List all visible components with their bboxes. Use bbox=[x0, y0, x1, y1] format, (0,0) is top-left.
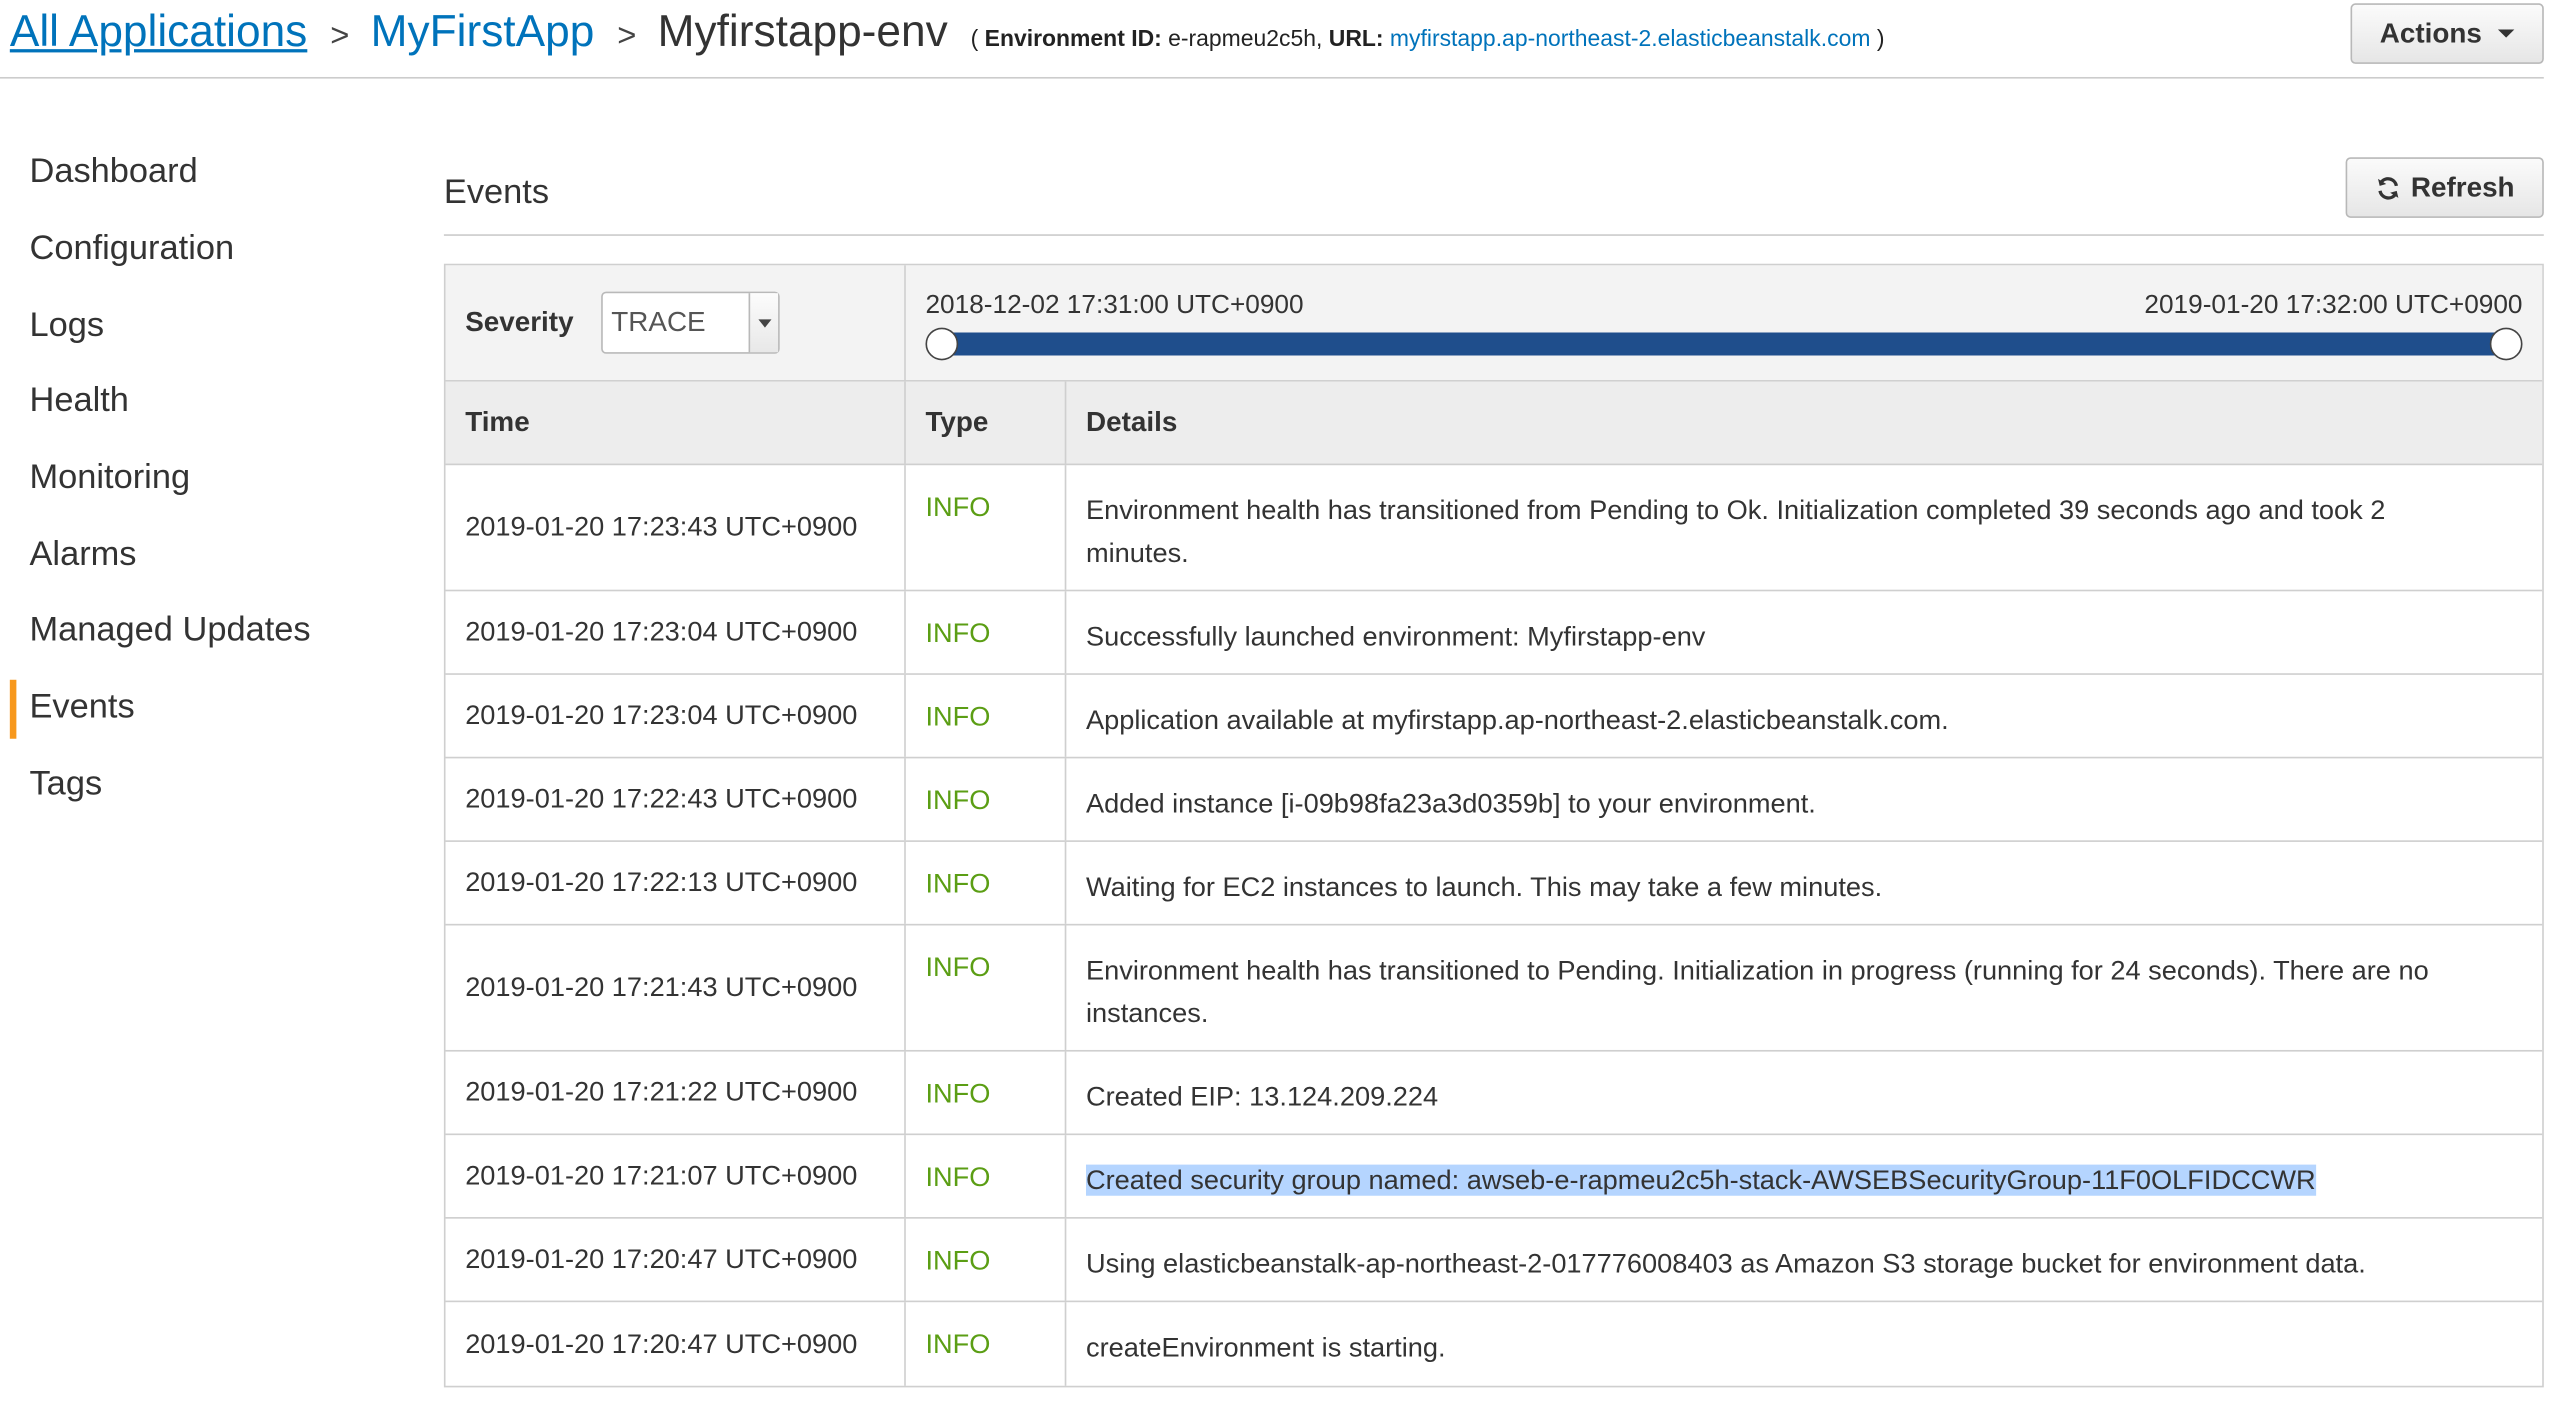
event-time: 2019-01-20 17:22:13 UTC+0900 bbox=[446, 841, 906, 924]
breadcrumb-separator: > bbox=[617, 18, 637, 55]
event-time: 2019-01-20 17:23:43 UTC+0900 bbox=[446, 465, 906, 590]
event-type: INFO bbox=[906, 1218, 1067, 1301]
time-range-track[interactable] bbox=[940, 332, 2508, 356]
event-type: INFO bbox=[906, 674, 1067, 757]
event-details: createEnvironment is starting. bbox=[1085, 1331, 1446, 1363]
event-type: INFO bbox=[906, 758, 1067, 841]
actions-button-label: Actions bbox=[2379, 17, 2482, 49]
event-type: INFO bbox=[906, 465, 1067, 590]
actions-button[interactable]: Actions bbox=[2350, 3, 2544, 64]
sidebar-item-events[interactable]: Events bbox=[0, 670, 410, 746]
severity-value: TRACE bbox=[611, 306, 706, 338]
table-row: 2019-01-20 17:20:47 UTC+0900 INFO Using … bbox=[445, 1218, 2543, 1303]
sidebar-item-logs[interactable]: Logs bbox=[0, 287, 410, 363]
time-range-slider: 2018-12-02 17:31:00 UTC+0900 2019-01-20 … bbox=[906, 265, 2542, 380]
event-type: INFO bbox=[906, 841, 1067, 924]
chevron-down-icon bbox=[757, 318, 771, 327]
event-details: Created security group named: awseb-e-ra… bbox=[1066, 1135, 2542, 1217]
table-row: 2019-01-20 17:21:22 UTC+0900 INFO Create… bbox=[445, 1051, 2543, 1136]
column-header-details[interactable]: Details bbox=[1066, 382, 2542, 464]
column-header-type[interactable]: Type bbox=[906, 381, 1067, 464]
env-info-open-paren: ( bbox=[970, 24, 979, 51]
title-divider bbox=[443, 234, 2544, 236]
dropdown-arrow[interactable] bbox=[748, 293, 779, 353]
column-header-time[interactable]: Time bbox=[446, 381, 906, 464]
chevron-down-icon bbox=[2498, 29, 2515, 38]
refresh-icon bbox=[2377, 176, 2399, 199]
breadcrumb: All Applications > MyFirstApp > Myfirsta… bbox=[10, 7, 1885, 58]
time-range-end-handle[interactable] bbox=[2489, 327, 2523, 361]
table-row: 2019-01-20 17:23:04 UTC+0900 INFO Applic… bbox=[445, 674, 2543, 759]
selected-text: Created security group named: awseb-e-ra… bbox=[1085, 1164, 2316, 1196]
event-details: Waiting for EC2 instances to launch. Thi… bbox=[1085, 871, 1883, 903]
events-table: Severity TRACE 2018-12-02 17:31:00 UTC+0… bbox=[443, 263, 2544, 1388]
time-range-end-label: 2019-01-20 17:32:00 UTC+0900 bbox=[2144, 291, 2523, 320]
severity-select[interactable]: TRACE bbox=[601, 291, 780, 354]
sidebar-nav: Dashboard Configuration Logs Health Moni… bbox=[0, 134, 410, 822]
env-info-close-paren: ) bbox=[1876, 24, 1885, 51]
sidebar-item-tags[interactable]: Tags bbox=[0, 746, 410, 822]
event-details: Added instance [i-09b98fa23a3d0359b] to … bbox=[1085, 787, 1816, 819]
events-filter-bar: Severity TRACE 2018-12-02 17:31:00 UTC+0… bbox=[445, 265, 2543, 382]
environment-id-label: Environment ID: bbox=[984, 24, 1162, 51]
sidebar-item-managed-updates[interactable]: Managed Updates bbox=[0, 593, 410, 669]
event-type: INFO bbox=[906, 1135, 1067, 1218]
time-range-start-handle[interactable] bbox=[925, 327, 959, 361]
event-details: Successfully launched environment: Myfir… bbox=[1085, 620, 1706, 652]
refresh-button[interactable]: Refresh bbox=[2345, 157, 2544, 218]
event-type: INFO bbox=[906, 925, 1067, 1050]
severity-filter: Severity TRACE bbox=[446, 265, 906, 381]
table-row: 2019-01-20 17:22:13 UTC+0900 INFO Waitin… bbox=[445, 841, 2543, 926]
event-time: 2019-01-20 17:20:47 UTC+0900 bbox=[446, 1218, 906, 1301]
event-details: Created EIP: 13.124.209.224 bbox=[1085, 1081, 1439, 1113]
event-details: Environment health has transitioned from… bbox=[1085, 494, 2386, 569]
event-time: 2019-01-20 17:23:04 UTC+0900 bbox=[446, 591, 906, 674]
event-time: 2019-01-20 17:23:04 UTC+0900 bbox=[446, 674, 906, 757]
event-type: INFO bbox=[906, 591, 1067, 674]
time-range-start-label: 2018-12-02 17:31:00 UTC+0900 bbox=[925, 291, 1304, 320]
page-header: All Applications > MyFirstApp > Myfirsta… bbox=[0, 0, 2544, 79]
event-type: INFO bbox=[906, 1051, 1067, 1134]
breadcrumb-application[interactable]: MyFirstApp bbox=[371, 7, 595, 58]
event-type: INFO bbox=[906, 1302, 1067, 1386]
table-row: 2019-01-20 17:22:43 UTC+0900 INFO Added … bbox=[445, 758, 2543, 842]
table-row: 2019-01-20 17:20:47 UTC+0900 INFO create… bbox=[446, 1302, 2543, 1386]
event-time: 2019-01-20 17:22:43 UTC+0900 bbox=[446, 758, 906, 841]
event-time: 2019-01-20 17:20:47 UTC+0900 bbox=[446, 1302, 906, 1386]
breadcrumb-all-applications[interactable]: All Applications bbox=[10, 7, 307, 58]
sidebar-item-configuration[interactable]: Configuration bbox=[0, 211, 410, 287]
environment-url-link[interactable]: myfirstapp.ap-northeast-2.elasticbeansta… bbox=[1390, 25, 1871, 51]
sidebar-item-monitoring[interactable]: Monitoring bbox=[0, 440, 410, 516]
event-details: Application available at myfirstapp.ap-n… bbox=[1085, 704, 1949, 736]
event-time: 2019-01-20 17:21:43 UTC+0900 bbox=[446, 925, 906, 1050]
table-row: 2019-01-20 17:23:43 UTC+0900 INFO Enviro… bbox=[445, 465, 2543, 592]
page-title: Events bbox=[443, 173, 550, 212]
event-time: 2019-01-20 17:21:22 UTC+0900 bbox=[446, 1051, 906, 1134]
url-label: URL: bbox=[1328, 24, 1384, 51]
sidebar-item-dashboard[interactable]: Dashboard bbox=[0, 134, 410, 210]
environment-info: ( Environment ID: e-rapmeu2c5h, URL: myf… bbox=[971, 25, 1885, 51]
table-row: 2019-01-20 17:21:43 UTC+0900 INFO Enviro… bbox=[445, 925, 2543, 1052]
breadcrumb-current: Myfirstapp-env bbox=[657, 6, 948, 56]
table-header: Time Type Details bbox=[445, 381, 2543, 466]
sidebar-item-health[interactable]: Health bbox=[0, 364, 410, 440]
breadcrumb-separator: > bbox=[330, 18, 350, 55]
refresh-button-label: Refresh bbox=[2410, 171, 2515, 203]
event-details: Environment health has transitioned to P… bbox=[1085, 954, 2429, 1029]
sidebar-item-alarms[interactable]: Alarms bbox=[0, 517, 410, 593]
table-row: 2019-01-20 17:23:04 UTC+0900 INFO Succes… bbox=[445, 591, 2543, 675]
environment-id-value: e-rapmeu2c5h, bbox=[1168, 24, 1323, 51]
event-time: 2019-01-20 17:21:07 UTC+0900 bbox=[446, 1135, 906, 1218]
event-details: Using elasticbeanstalk-ap-northeast-2-01… bbox=[1085, 1248, 2366, 1280]
table-row: 2019-01-20 17:21:07 UTC+0900 INFO Create… bbox=[445, 1135, 2543, 1219]
severity-label: Severity bbox=[465, 306, 574, 338]
